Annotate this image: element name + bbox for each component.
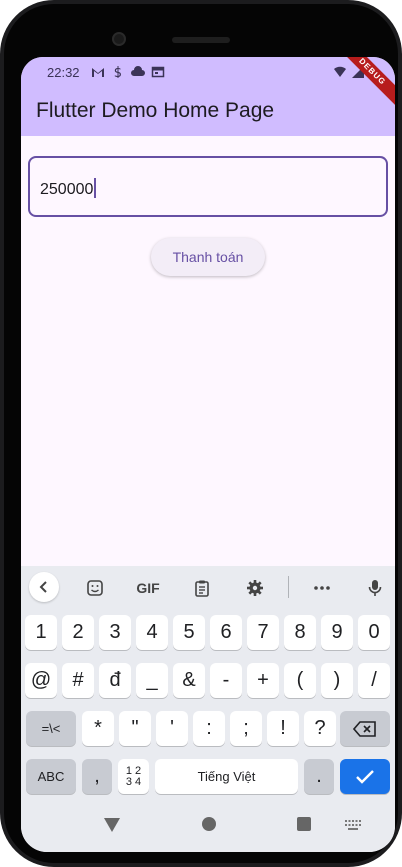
more-horiz-icon <box>314 586 330 590</box>
currency-icon: S <box>114 66 122 79</box>
gif-button[interactable]: GIF <box>131 574 165 602</box>
key-symbol-2[interactable]: đ <box>99 663 131 698</box>
key-symbols-shift[interactable]: =\< <box>26 711 76 746</box>
key-symbol-7[interactable]: ( <box>284 663 316 698</box>
key-enter[interactable] <box>340 759 390 794</box>
key-number-3[interactable]: 4 <box>136 615 168 650</box>
amount-input[interactable]: 250000 <box>28 156 388 217</box>
clipboard-icon <box>195 580 209 597</box>
sticker-icon <box>87 580 103 596</box>
pay-button[interactable]: Thanh toán <box>151 238 265 276</box>
keyboard-settings-button[interactable] <box>241 574 269 602</box>
keyboard-switch-icon[interactable] <box>345 820 361 830</box>
toolbar-divider <box>288 576 289 598</box>
system-nav-bar <box>21 810 395 852</box>
nav-recents-icon[interactable] <box>297 817 311 831</box>
key-punct-4[interactable]: ; <box>230 711 262 746</box>
app-bar-title: Flutter Demo Home Page <box>36 99 275 122</box>
status-time: 22:32 <box>47 65 80 80</box>
key-punct-2[interactable]: ' <box>156 711 188 746</box>
key-number-5[interactable]: 6 <box>210 615 242 650</box>
more-options-button[interactable] <box>308 574 336 602</box>
key-symbol-4[interactable]: & <box>173 663 205 698</box>
front-camera <box>112 32 126 46</box>
text-cursor <box>94 178 97 198</box>
key-number-2[interactable]: 3 <box>99 615 131 650</box>
chevron-left-icon <box>39 581 47 593</box>
key-numpad[interactable]: 1 2 3 4 <box>118 759 149 794</box>
key-symbol-0[interactable]: @ <box>25 663 57 698</box>
key-punct-6[interactable]: ? <box>304 711 336 746</box>
key-symbol-3[interactable]: _ <box>136 663 168 698</box>
backspace-icon <box>353 720 376 737</box>
key-abc[interactable]: ABC <box>26 759 76 794</box>
clipboard-button[interactable] <box>188 574 216 602</box>
status-bar: 22:32 S <box>21 57 395 87</box>
nav-home-icon[interactable] <box>201 816 217 832</box>
gear-icon <box>247 580 263 596</box>
key-punct-1[interactable]: " <box>119 711 151 746</box>
key-number-4[interactable]: 5 <box>173 615 205 650</box>
key-space[interactable]: Tiếng Việt <box>155 759 298 794</box>
key-symbol-5[interactable]: - <box>210 663 242 698</box>
cloud-icon <box>131 66 145 76</box>
phone-frame: 22:32 S Flutter Demo Home Page DEBUG <box>0 0 402 867</box>
microphone-icon <box>368 580 382 596</box>
key-number-6[interactable]: 7 <box>247 615 279 650</box>
key-symbol-9[interactable]: / <box>358 663 390 698</box>
notification-icons: S <box>91 65 165 79</box>
phone-bezel: 22:32 S Flutter Demo Home Page DEBUG <box>4 4 398 863</box>
screen: 22:32 S Flutter Demo Home Page DEBUG <box>21 57 395 852</box>
key-punct-3[interactable]: : <box>193 711 225 746</box>
key-symbol-8[interactable]: ) <box>321 663 353 698</box>
gmail-icon <box>92 68 104 77</box>
key-backspace[interactable] <box>340 711 390 746</box>
calendar-icon <box>151 66 165 78</box>
key-number-9[interactable]: 0 <box>358 615 390 650</box>
key-number-8[interactable]: 9 <box>321 615 353 650</box>
key-number-7[interactable]: 8 <box>284 615 316 650</box>
earpiece-speaker <box>172 37 230 43</box>
keyboard-toolbar: GIF <box>21 566 395 608</box>
key-number-1[interactable]: 2 <box>62 615 94 650</box>
sticker-button[interactable] <box>81 574 109 602</box>
nav-back-icon[interactable] <box>103 817 121 833</box>
soft-keyboard: GIF 1234567890 @ # đ _ & - +() / =\< * … <box>21 566 395 852</box>
checkmark-icon <box>356 769 374 784</box>
key-number-0[interactable]: 1 <box>25 615 57 650</box>
voice-input-button[interactable] <box>361 574 389 602</box>
key-comma[interactable]: , <box>82 759 112 794</box>
amount-value-text: 250000 <box>40 181 94 198</box>
key-symbol-6[interactable]: + <box>247 663 279 698</box>
key-punct-0[interactable]: * <box>82 711 114 746</box>
keyboard-back-button[interactable] <box>29 572 59 602</box>
key-symbol-1[interactable]: # <box>62 663 94 698</box>
key-punct-5[interactable]: ! <box>267 711 299 746</box>
key-period[interactable]: . <box>304 759 334 794</box>
app-bar: 22:32 S Flutter Demo Home Page DEBUG <box>21 57 395 136</box>
amount-input-value: 250000 <box>40 178 97 199</box>
wifi-icon <box>334 66 346 77</box>
